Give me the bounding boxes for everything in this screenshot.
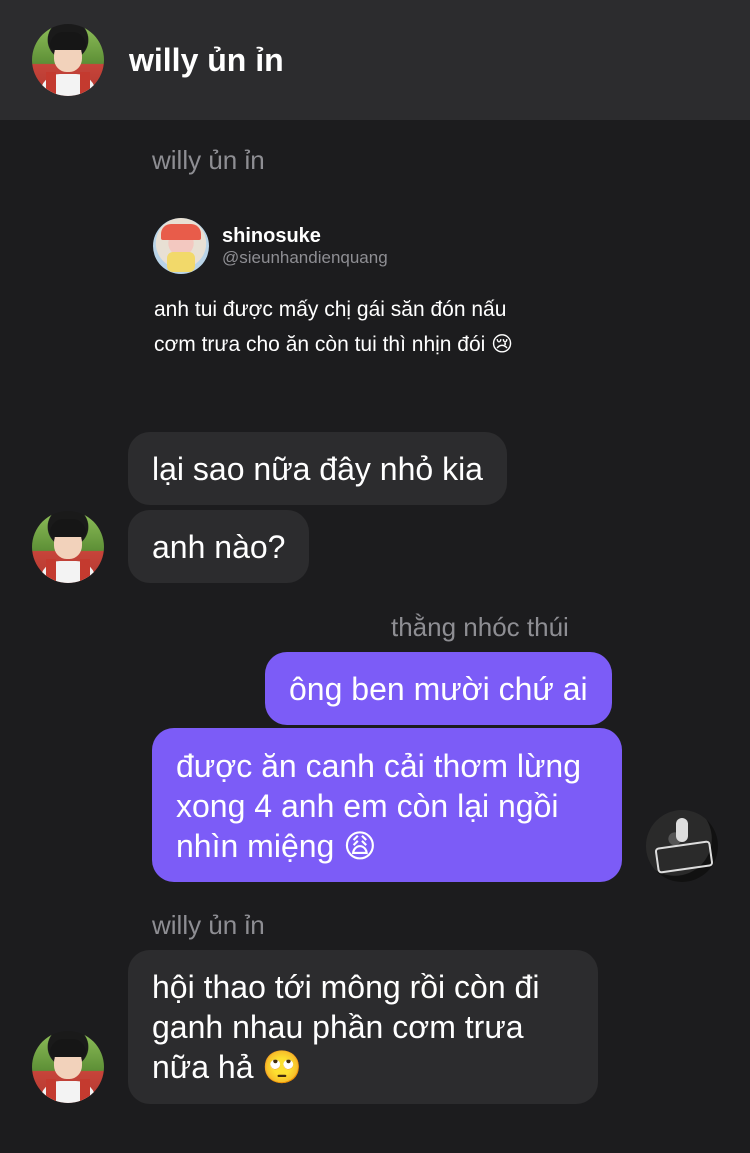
message-bubble[interactable]: ông ben mười chứ ai — [265, 652, 612, 725]
quote-avatar — [153, 218, 209, 274]
contact-avatar[interactable] — [32, 511, 104, 583]
message-bubble[interactable]: lại sao nữa đây nhỏ kia — [128, 432, 507, 505]
sender-label: willy ủn ỉn — [152, 145, 265, 175]
contact-avatar[interactable] — [32, 1031, 104, 1103]
message-bubble[interactable]: hội thao tới mông rồi còn đi ganh nhau p… — [128, 950, 598, 1104]
contact-name[interactable]: willy ủn ỉn — [129, 40, 284, 80]
message-bubble[interactable]: anh nào? — [128, 510, 310, 583]
self-avatar[interactable] — [646, 810, 718, 882]
sender-label: thằng nhóc thúi — [391, 612, 569, 642]
quote-text: anh tui được mấy chị gái săn đón nấu cơm… — [154, 298, 514, 356]
contact-avatar[interactable] — [32, 24, 104, 96]
quote-author-name: shinosuke — [222, 225, 321, 247]
message-bubble[interactable]: được ăn canh cải thơm lừng xong 4 anh em… — [152, 728, 622, 882]
chat-header: willy ủn ỉn — [0, 0, 750, 120]
quote-author-handle: @sieunhandienquang — [222, 248, 388, 267]
sender-label: willy ủn ỉn — [152, 910, 265, 940]
